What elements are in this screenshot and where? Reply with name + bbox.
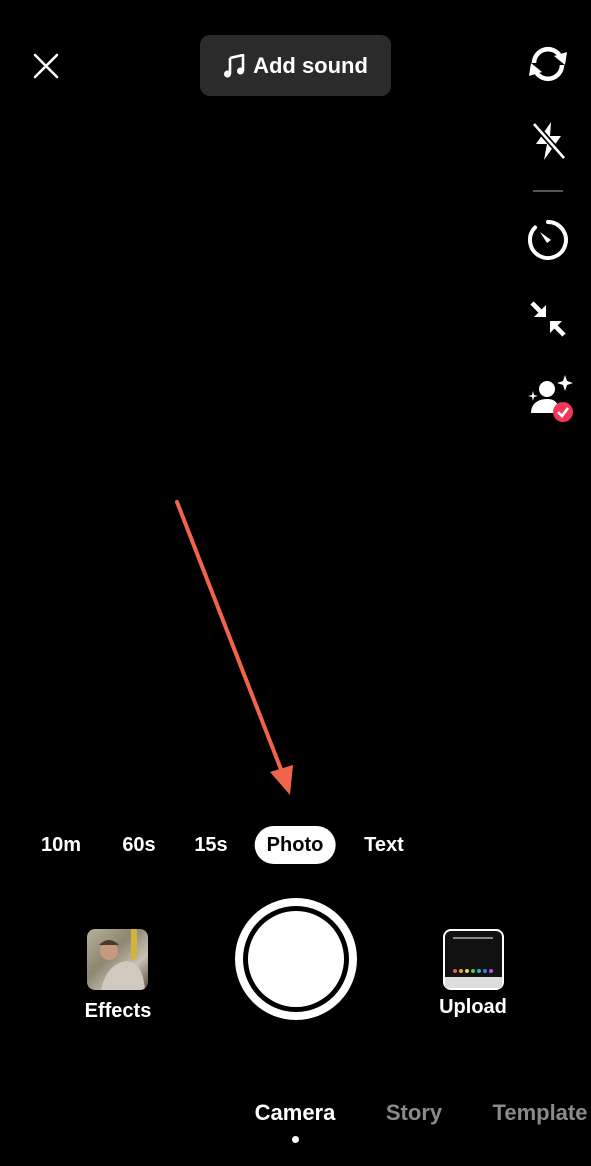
shutter-button[interactable] <box>235 898 357 1020</box>
effects-label: Effects <box>84 1000 152 1022</box>
tab-camera[interactable]: Camera <box>255 1100 336 1126</box>
mode-60s[interactable]: 60s <box>110 826 167 864</box>
upload-button[interactable] <box>443 929 504 990</box>
mode-10m[interactable]: 10m <box>29 826 93 864</box>
tab-template[interactable]: Template <box>493 1100 588 1126</box>
tab-story[interactable]: Story <box>386 1100 442 1126</box>
upload-thumbnail <box>445 931 502 988</box>
effects-button[interactable] <box>87 929 148 990</box>
upload-label: Upload <box>439 996 507 1018</box>
mode-15s[interactable]: 15s <box>182 826 239 864</box>
mode-photo[interactable]: Photo <box>254 826 336 864</box>
mode-selector: 10m 60s 15s Photo Text <box>0 826 591 866</box>
mode-text[interactable]: Text <box>352 826 416 864</box>
effects-thumbnail <box>99 929 145 990</box>
active-tab-indicator <box>292 1136 299 1143</box>
